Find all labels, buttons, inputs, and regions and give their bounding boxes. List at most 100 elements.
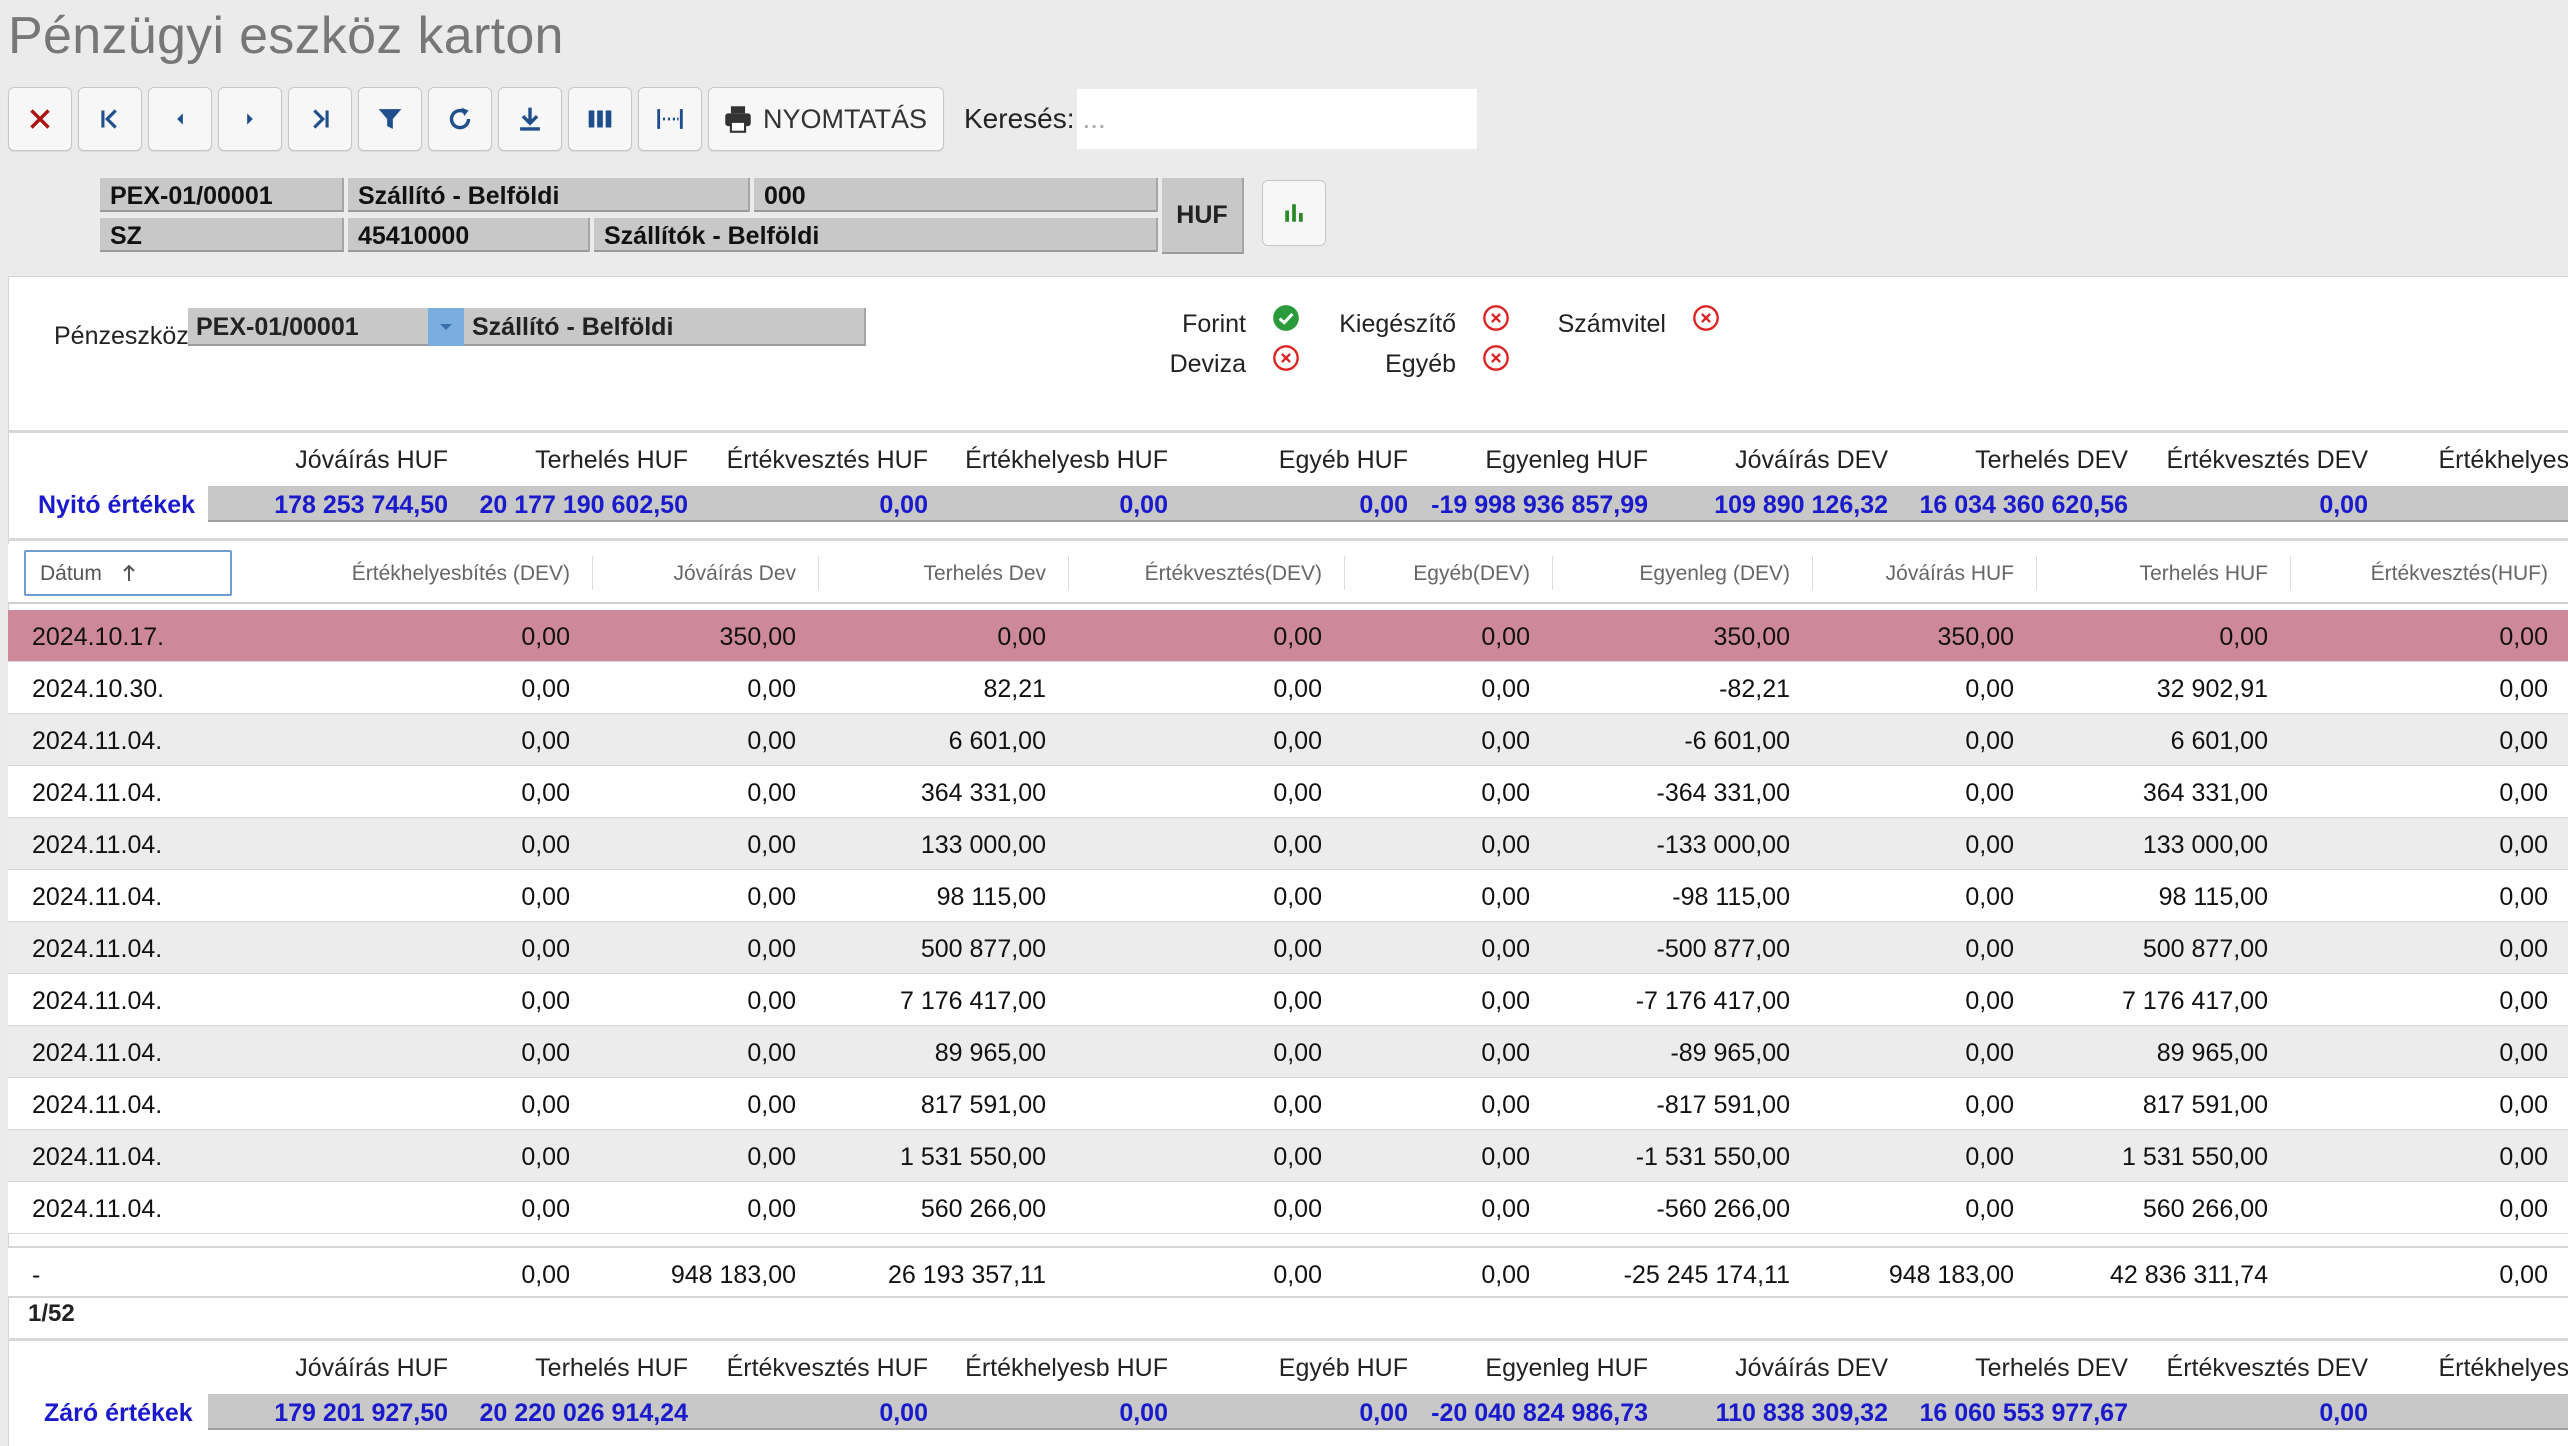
filter-button[interactable] [358,87,422,151]
table-row[interactable]: 2024.10.17. 0,00 350,00 0,00 0,00 0,00 350,00 3… [8,610,2568,662]
grid-header: Dátum Értékhelyesbítés (DEV) Jóváírás Dev… [8,544,2568,604]
penzeszkoz-code-field[interactable]: PEX-01/00001 [188,308,428,346]
summary-header: Terhelés DEV [1975,1354,2128,1382]
header-num: 000 [754,178,1158,212]
date-column-header[interactable]: Dátum [24,550,232,596]
row-cell: 0,00 [2499,1039,2548,1067]
row-cell: 0,00 [1965,831,2014,859]
first-page-button[interactable] [78,87,142,151]
row-cell: 0,00 [1481,779,1530,807]
summary-header: Jóváírás HUF [295,446,448,474]
header-account: 45410000 [348,218,590,252]
row-date: 2024.10.17. [32,623,165,651]
row-cell: 0,00 [1965,1039,2014,1067]
currency-badge: HUF [1162,178,1244,254]
summary-header: Értékvesztés HUF [726,446,928,474]
opening-value: 109 890 126,32 [1714,491,1888,519]
header-group: Szállítók - Belföldi [594,218,1158,252]
totals-cell: 26 193 357,11 [887,1261,1046,1289]
table-row[interactable]: 2024.11.04. 0,00 0,00 89 965,00 0,00 0,00 -89 … [8,1026,2568,1078]
closing-value: 20 220 026 914,24 [479,1399,688,1427]
row-cell: 0,00 [747,1143,796,1171]
opening-value: 178 253 744,50 [274,491,448,519]
column-separator [592,556,593,590]
flag-forint-label: Forint [1182,310,1246,338]
row-cell: 0,00 [2499,883,2548,911]
penzeszkoz-name-field: Szállító - Belföldi [464,308,866,346]
chart-button[interactable] [1262,180,1326,246]
table-row[interactable]: 2024.11.04. 0,00 0,00 7 176 417,00 0,00 0,00-… [8,974,2568,1026]
summary-header: Jóváírás DEV [1735,1354,1888,1382]
row-cell: 0,00 [2499,1091,2548,1119]
row-cell: 0,00 [747,883,796,911]
row-date: 2024.11.04. [32,1143,163,1171]
row-cell: 560 266,00 [920,1195,1046,1223]
refresh-button[interactable] [428,87,492,151]
x-circle-icon[interactable] [1272,344,1300,372]
table-row[interactable]: 2024.10.30. 0,00 0,00 82,21 0,00 0,00 -82,21 0,… [8,662,2568,714]
table-row[interactable]: 2024.11.04. 0,00 0,00 133 000,00 0,00 0,00 -13… [8,818,2568,870]
table-row[interactable]: 2024.11.04. 0,00 0,00 6 601,00 0,00 0,00 -6 60… [8,714,2568,766]
row-cell: 89 965,00 [934,1039,1046,1067]
row-cell: 0,00 [1965,935,2014,963]
row-date: 2024.10.30. [32,675,165,703]
totals-cell: 0,00 [1481,1261,1530,1289]
row-date: 2024.11.04. [32,1195,163,1223]
table-row[interactable]: 2024.11.04. 0,00 0,00 560 266,00 0,00 0,00 -56… [8,1182,2568,1234]
table-row[interactable]: 2024.11.04. 0,00 0,00 364 331,00 0,00 0,00 -36… [8,766,2568,818]
download-button[interactable] [498,87,562,151]
next-icon [247,113,253,125]
row-cell: 350,00 [719,623,796,651]
row-cell: 0,00 [747,779,796,807]
row-cell: 0,00 [997,623,1046,651]
closing-value: 0,00 [2319,1399,2368,1427]
next-button[interactable] [218,87,282,151]
opening-value: 16 034 360 620,56 [1919,491,2128,519]
row-cell: 364 331,00 [920,779,1046,807]
x-circle-icon[interactable] [1692,304,1720,332]
summary-header: Terhelés DEV [1975,446,2128,474]
row-date: 2024.11.04. [32,987,163,1015]
row-date: 2024.11.04. [32,727,163,755]
row-cell: 7 176 417,00 [900,987,1046,1015]
column-separator [1812,556,1813,590]
table-row[interactable]: 2024.11.04. 0,00 0,00 98 115,00 0,00 0,00 -98 … [8,870,2568,922]
previous-button[interactable] [148,87,212,151]
totals-cell: 948 183,00 [670,1261,796,1289]
table-row[interactable]: 2024.11.04. 0,00 0,00 1 531 550,00 0,00 0,00-… [8,1130,2568,1182]
column-separator [1552,556,1553,590]
row-cell: 6 601,00 [948,727,1046,755]
row-date: 2024.11.04. [32,1091,163,1119]
table-row[interactable]: 2024.11.04. 0,00 0,00 500 877,00 0,00 0,00 -50… [8,922,2568,974]
row-cell: 0,00 [1965,987,2014,1015]
opening-value: 0 [2372,491,2568,520]
search-input[interactable] [1076,89,1477,149]
fit-width-button[interactable] [638,87,702,151]
summary-header: Értékvesztés DEV [2166,446,2368,474]
page-indicator: 1/52 [28,1300,75,1327]
opening-value: -19 998 936 857,99 [1431,491,1648,519]
summary-header: Terhelés HUF [535,446,688,474]
x-circle-icon[interactable] [1482,344,1510,372]
x-circle-icon[interactable] [1482,304,1510,332]
check-circle-icon[interactable] [1272,304,1300,332]
header-name: Szállító - Belföldi [348,178,750,212]
last-page-icon [313,109,329,129]
divider [8,538,2568,541]
row-cell: 1 531 550,00 [900,1143,1046,1171]
table-row[interactable]: 2024.11.04. 0,00 0,00 817 591,00 0,00 0,00 -81… [8,1078,2568,1130]
download-icon [520,107,540,131]
row-date: 2024.11.04. [32,883,163,911]
close-icon [30,109,50,129]
columns-button[interactable] [568,87,632,151]
row-cell: 0,00 [2499,1143,2548,1171]
flag-szamvitel-label: Számvitel [1557,310,1666,338]
row-cell: 817 591,00 [920,1091,1046,1119]
row-cell: 0,00 [1481,1039,1530,1067]
print-button[interactable]: NYOMTATÁS [708,87,944,151]
close-button[interactable] [8,87,72,151]
penzeszkoz-dropdown-button[interactable] [428,308,464,346]
divider [8,430,2568,433]
last-page-button[interactable] [288,87,352,151]
row-cell: 0,00 [2219,623,2268,651]
